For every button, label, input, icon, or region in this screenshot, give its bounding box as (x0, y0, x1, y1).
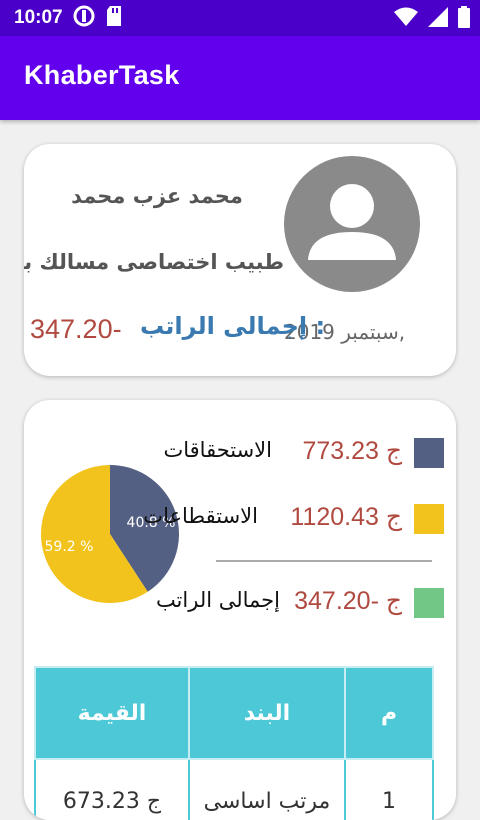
legend-earnings: 773.23 ج الاستحقاقات (144, 434, 444, 474)
data-saver-icon (73, 5, 95, 31)
legend-net-salary: 347.20- ج إجمالى الراتب (144, 584, 444, 624)
app-title: KhaberTask (24, 60, 180, 90)
net-salary-value: 347.20- (30, 314, 122, 344)
sd-card-icon (105, 5, 123, 31)
header-item: البند (188, 666, 346, 760)
employee-name: محمد عزب محمد (71, 184, 243, 208)
legend-label: الاستحقاقات (163, 438, 272, 462)
employee-job-title: طبيب اختصاصى مسالك بولية (24, 250, 284, 274)
header-index: م (344, 666, 434, 760)
legend-swatch (414, 588, 444, 618)
avatar-icon[interactable] (284, 156, 420, 292)
employee-card[interactable]: محمد عزب محمد طبيب اختصاصى مسالك بولية 2… (24, 144, 456, 376)
cell-item: مرتب اساسى (188, 758, 346, 820)
net-salary-label: إجمالى الراتب : (140, 312, 326, 340)
legend-label: الاستقطاعات (143, 504, 258, 528)
cell-index: 1 (344, 758, 434, 820)
table-header-row: القيمة البند م (34, 666, 434, 760)
payroll-month: سبتمبر, (341, 320, 406, 344)
status-bar: 10:07 (0, 0, 480, 36)
legend-amount: 1120.43 ج (290, 503, 402, 531)
divider (216, 560, 432, 562)
pie-label-1: 59.2 % (45, 539, 94, 555)
salary-items-table: القيمة البند م 673.23 ج مرتب اساسى 1 (34, 666, 434, 820)
legend-amount: 773.23 ج (302, 437, 402, 465)
legend-deductions: 1120.43 ج الاستقطاعات (143, 500, 444, 540)
salary-summary-card: 40.8 % 59.2 % 773.23 ج الاستحقاقات 1120.4… (24, 400, 456, 820)
legend-swatch (414, 438, 444, 468)
legend-amount: 347.20- ج (294, 587, 402, 615)
status-time: 10:07 (14, 7, 63, 28)
app-bar: KhaberTask (0, 36, 480, 120)
table-row[interactable]: 673.23 ج مرتب اساسى 1 (34, 758, 434, 820)
cell-value: 673.23 ج (34, 758, 190, 820)
legend-label: إجمالى الراتب (155, 588, 280, 612)
wifi-icon (394, 7, 418, 31)
legend-swatch (414, 504, 444, 534)
signal-icon (428, 7, 448, 31)
battery-icon (458, 6, 470, 32)
header-value: القيمة (34, 666, 190, 760)
